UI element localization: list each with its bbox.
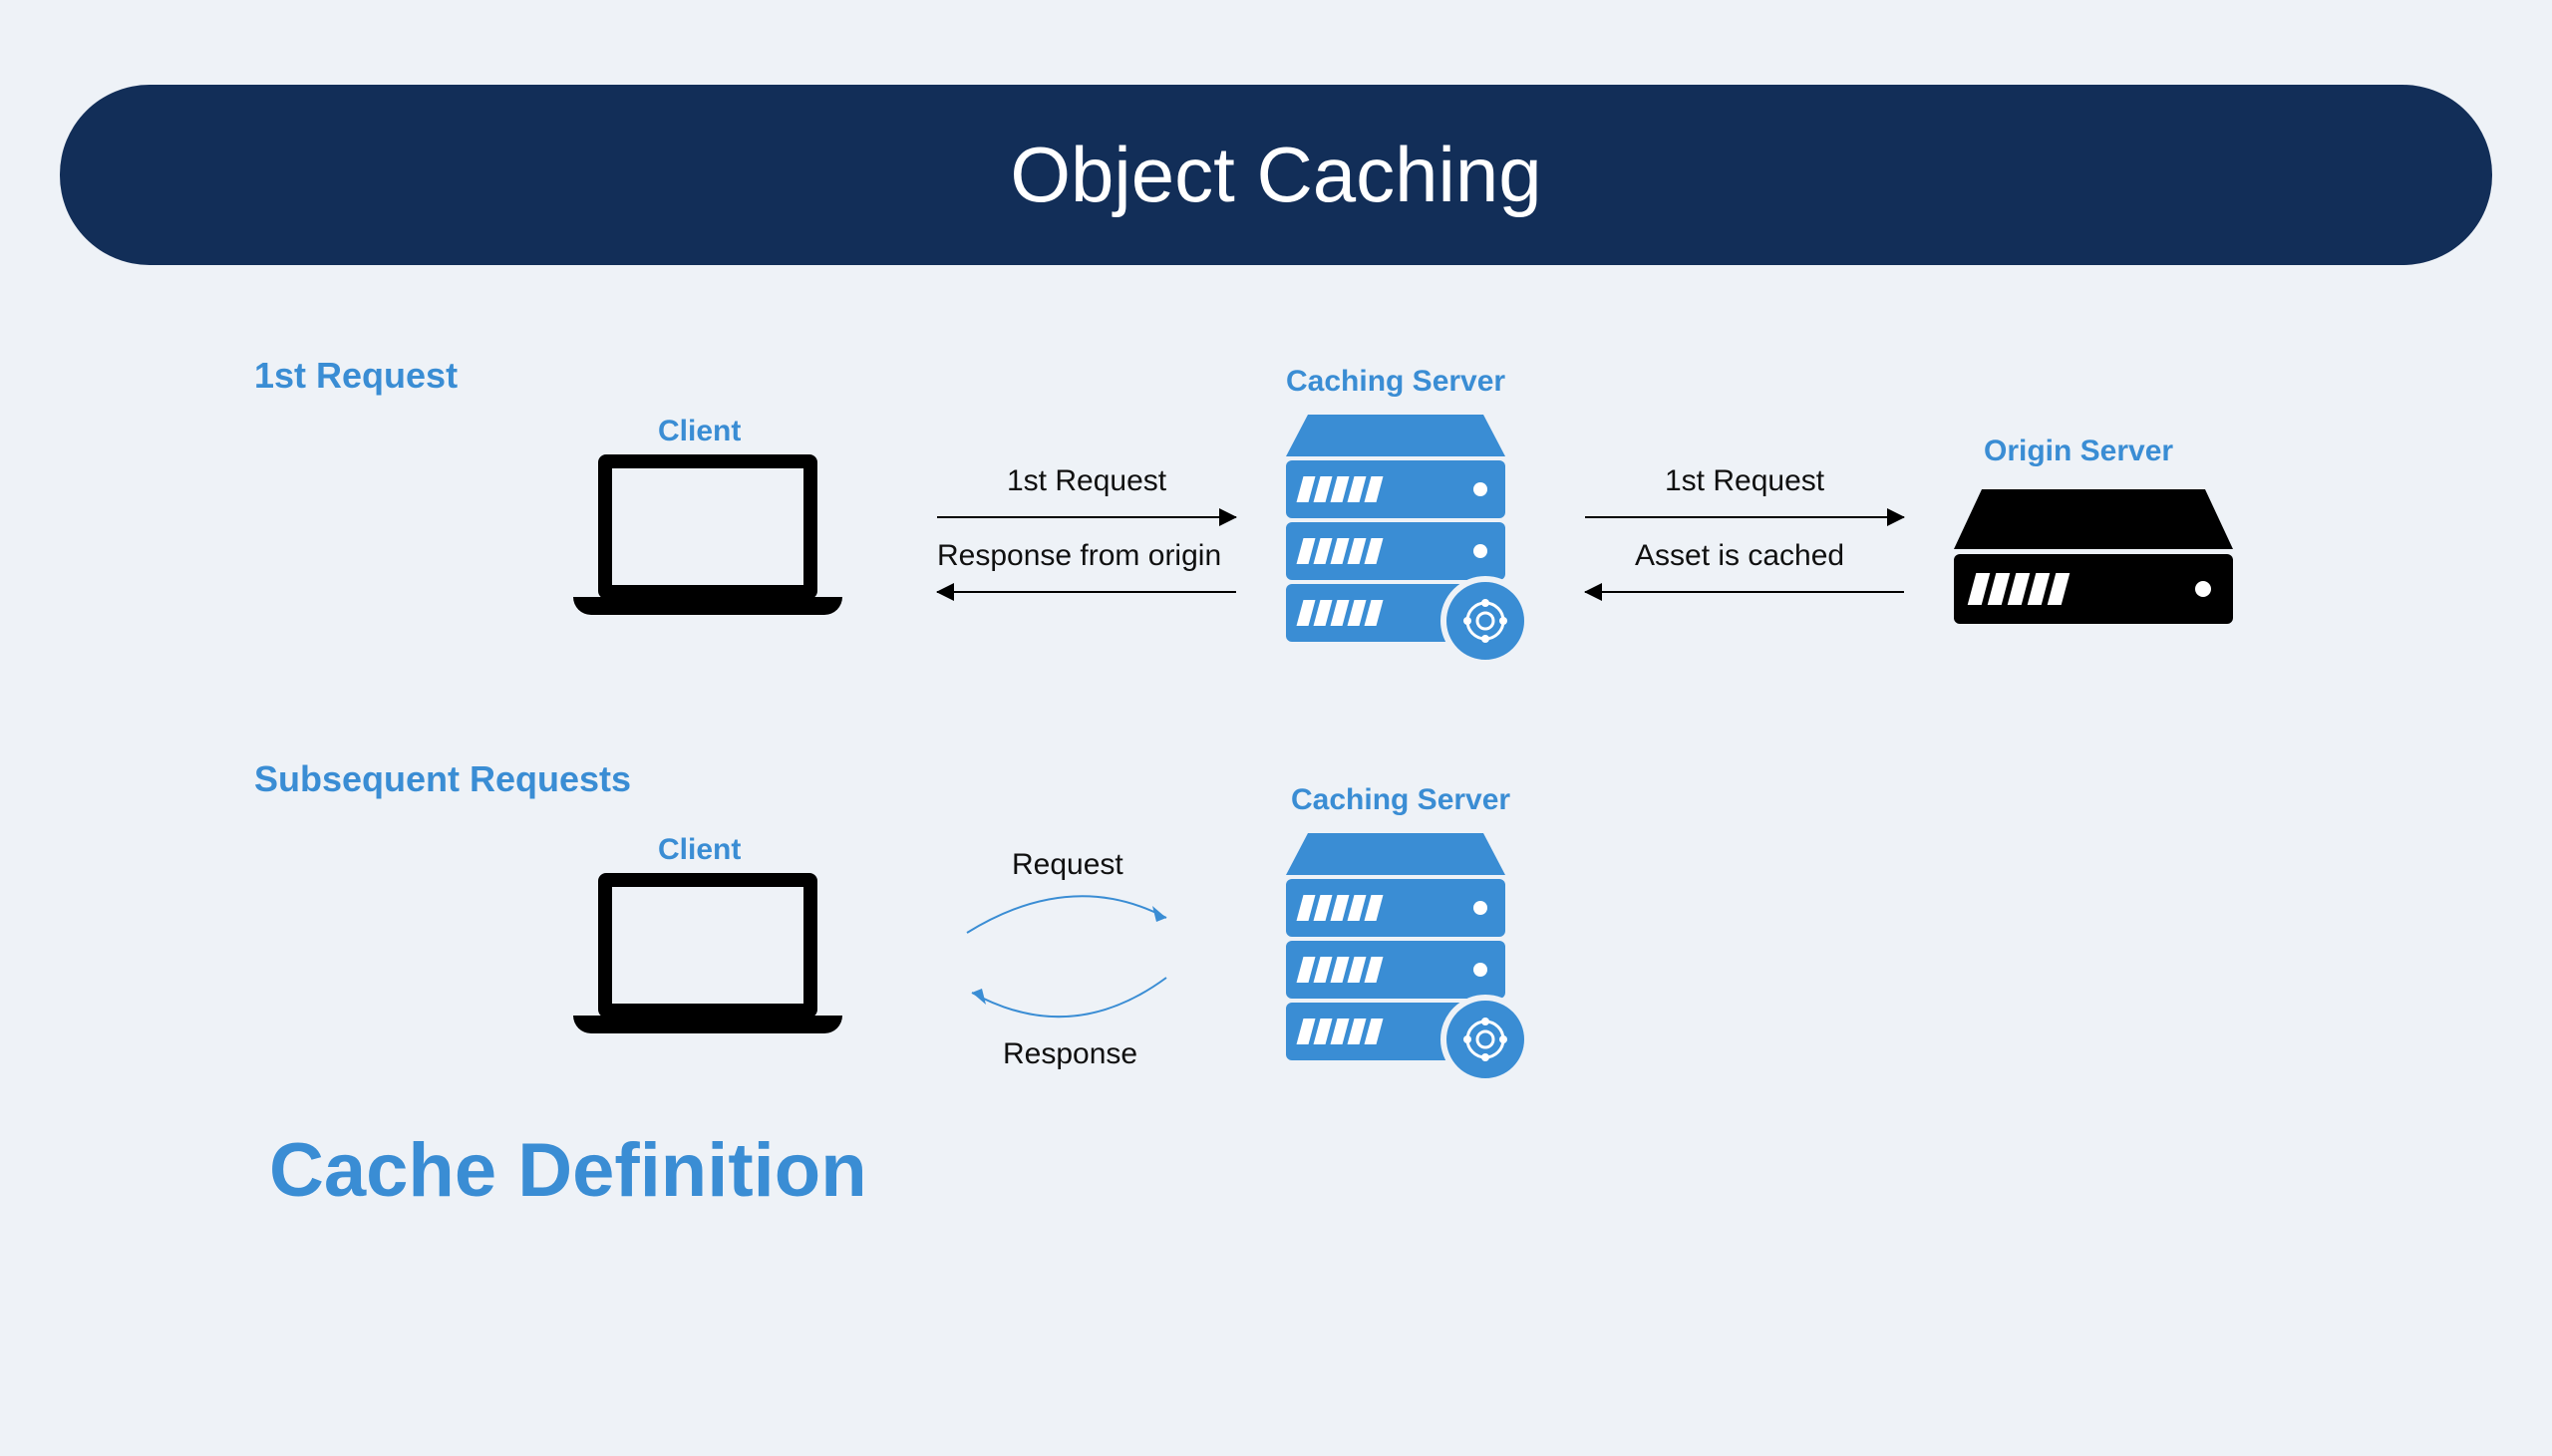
laptop-icon <box>578 873 837 1062</box>
section-1-heading: 1st Request <box>254 355 458 397</box>
origin-server-icon <box>1954 489 2233 624</box>
laptop-icon <box>578 454 837 644</box>
arrow-label-1st-request-b: 1st Request <box>1665 464 1824 498</box>
gear-icon <box>1440 576 1530 666</box>
arrow-right-icon <box>1585 516 1904 518</box>
arrow-left-icon <box>1585 591 1904 593</box>
arrow-right-icon <box>937 516 1236 518</box>
arrow-left-icon <box>937 591 1236 593</box>
slide-title-bar: Object Caching <box>60 85 2492 265</box>
origin-server-label: Origin Server <box>1984 435 2173 468</box>
section-2-heading: Subsequent Requests <box>254 758 631 800</box>
arrow-label-response: Response <box>1003 1037 1137 1071</box>
arrow-label-1st-request-a: 1st Request <box>1007 464 1166 498</box>
caching-server-icon <box>1286 415 1505 646</box>
slide-title: Object Caching <box>1010 131 1541 218</box>
cache-definition-heading: Cache Definition <box>269 1127 867 1214</box>
curved-arrow-left-icon <box>957 958 1186 1037</box>
client-label-2: Client <box>658 833 741 867</box>
diagram-content: 1st Request Client Caching Server Origin… <box>0 320 2552 1316</box>
arrow-label-asset-cached: Asset is cached <box>1635 539 1844 573</box>
curved-arrow-right-icon <box>957 878 1186 958</box>
caching-server-label-1: Caching Server <box>1286 365 1505 399</box>
client-label-1: Client <box>658 415 741 448</box>
caching-server-icon <box>1286 833 1505 1064</box>
arrow-label-request: Request <box>1012 848 1123 882</box>
caching-server-label-2: Caching Server <box>1291 783 1510 817</box>
arrow-label-response-origin: Response from origin <box>937 539 1221 573</box>
gear-icon <box>1440 995 1530 1084</box>
